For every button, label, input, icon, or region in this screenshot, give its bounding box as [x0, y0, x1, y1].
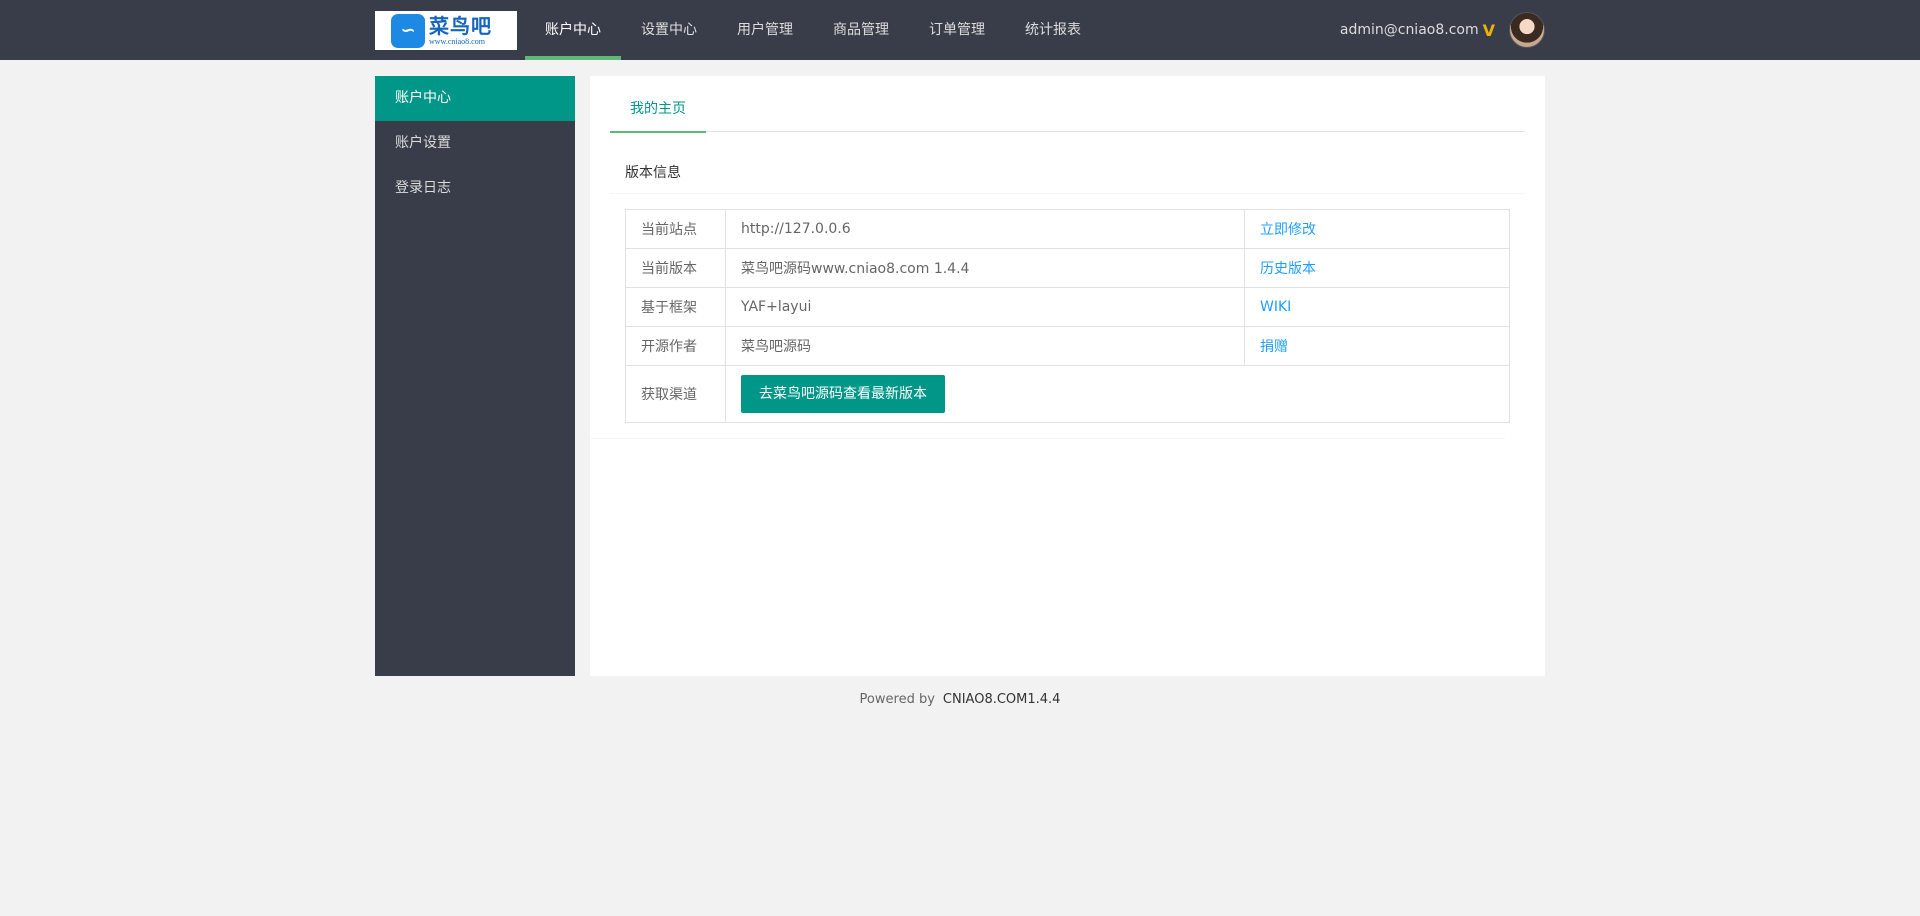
tab-bar: 我的主页: [610, 86, 1525, 133]
tab-my-homepage[interactable]: 我的主页: [610, 86, 706, 133]
header-inner: ∽ 菜鸟吧 www.cniao8.com 账户中心 设置中心 用户管理 商品管理…: [375, 0, 1545, 60]
nav-item-order-management[interactable]: 订单管理: [909, 0, 1005, 60]
nav-item-account-center[interactable]: 账户中心: [525, 0, 621, 60]
row-action: 立即修改: [1244, 209, 1510, 249]
logo-name: 菜鸟吧: [429, 13, 492, 38]
row-value: http://127.0.0.6: [725, 209, 1245, 249]
table-row: 开源作者 菜鸟吧源码 捐赠: [625, 326, 1510, 366]
sidebar-item-account-settings[interactable]: 账户设置: [375, 121, 575, 166]
card-divider: [590, 438, 1505, 439]
row-value: 菜鸟吧源码www.cniao8.com 1.4.4: [725, 248, 1245, 288]
footer-powered-by: Powered by: [859, 692, 935, 707]
table-row: 当前版本 菜鸟吧源码www.cniao8.com 1.4.4 历史版本: [625, 248, 1510, 288]
table-row: 获取渠道 去菜鸟吧源码查看最新版本: [625, 365, 1510, 423]
logo[interactable]: ∽ 菜鸟吧 www.cniao8.com: [375, 11, 517, 50]
row-action: WIKI: [1244, 287, 1510, 327]
row-value: YAF+layui: [725, 287, 1245, 327]
wiki-link[interactable]: WIKI: [1260, 299, 1291, 315]
donate-link[interactable]: 捐赠: [1260, 339, 1288, 355]
get-latest-version-button[interactable]: 去菜鸟吧源码查看最新版本: [741, 375, 945, 413]
row-action: 历史版本: [1244, 248, 1510, 288]
nav-item-settings-center[interactable]: 设置中心: [621, 0, 717, 60]
version-info-table: 当前站点 http://127.0.0.6 立即修改 当前版本 菜鸟吧源码www…: [625, 209, 1510, 423]
row-label: 开源作者: [625, 326, 726, 366]
logo-bird-icon: ∽: [391, 13, 425, 48]
top-header: ∽ 菜鸟吧 www.cniao8.com 账户中心 设置中心 用户管理 商品管理…: [0, 0, 1920, 60]
vip-badge-icon: V: [1482, 20, 1495, 40]
row-value: 菜鸟吧源码: [725, 326, 1245, 366]
footer-brand: CNIAO8.COM1.4.4: [942, 692, 1061, 707]
logo-text: 菜鸟吧 www.cniao8.com: [429, 16, 492, 46]
card-body: 当前站点 http://127.0.0.6 立即修改 当前版本 菜鸟吧源码www…: [625, 209, 1510, 423]
main-panel: 我的主页 版本信息 当前站点 http://127.0.0.6 立即修改 当前版…: [590, 76, 1545, 676]
logo-url: www.cniao8.com: [429, 36, 485, 46]
sidebar-item-account-center[interactable]: 账户中心: [375, 76, 575, 121]
row-label: 当前站点: [625, 209, 726, 249]
top-nav: 账户中心 设置中心 用户管理 商品管理 订单管理 统计报表: [525, 0, 1101, 60]
version-info-card: 版本信息 当前站点 http://127.0.0.6 立即修改 当前版本 菜鸟吧…: [610, 152, 1525, 442]
modify-now-link[interactable]: 立即修改: [1260, 222, 1316, 238]
avatar[interactable]: [1509, 12, 1545, 48]
footer: Powered by CNIAO8.COM1.4.4: [0, 692, 1920, 707]
row-label: 当前版本: [625, 248, 726, 288]
sidebar-item-login-log[interactable]: 登录日志: [375, 166, 575, 211]
row-label: 获取渠道: [625, 365, 726, 423]
row-value: 去菜鸟吧源码查看最新版本: [725, 365, 1510, 423]
nav-item-statistics-reports[interactable]: 统计报表: [1005, 0, 1101, 60]
card-title: 版本信息: [610, 152, 1525, 194]
table-row: 基于框架 YAF+layui WIKI: [625, 287, 1510, 327]
user-email[interactable]: admin@cniao8.com: [1340, 22, 1479, 38]
user-menu[interactable]: admin@cniao8.com V: [1340, 0, 1545, 60]
sidebar: 账户中心 账户设置 登录日志: [375, 76, 575, 676]
history-versions-link[interactable]: 历史版本: [1260, 261, 1316, 277]
row-label: 基于框架: [625, 287, 726, 327]
table-row: 当前站点 http://127.0.0.6 立即修改: [625, 209, 1510, 249]
nav-item-product-management[interactable]: 商品管理: [813, 0, 909, 60]
row-action: 捐赠: [1244, 326, 1510, 366]
nav-item-user-management[interactable]: 用户管理: [717, 0, 813, 60]
